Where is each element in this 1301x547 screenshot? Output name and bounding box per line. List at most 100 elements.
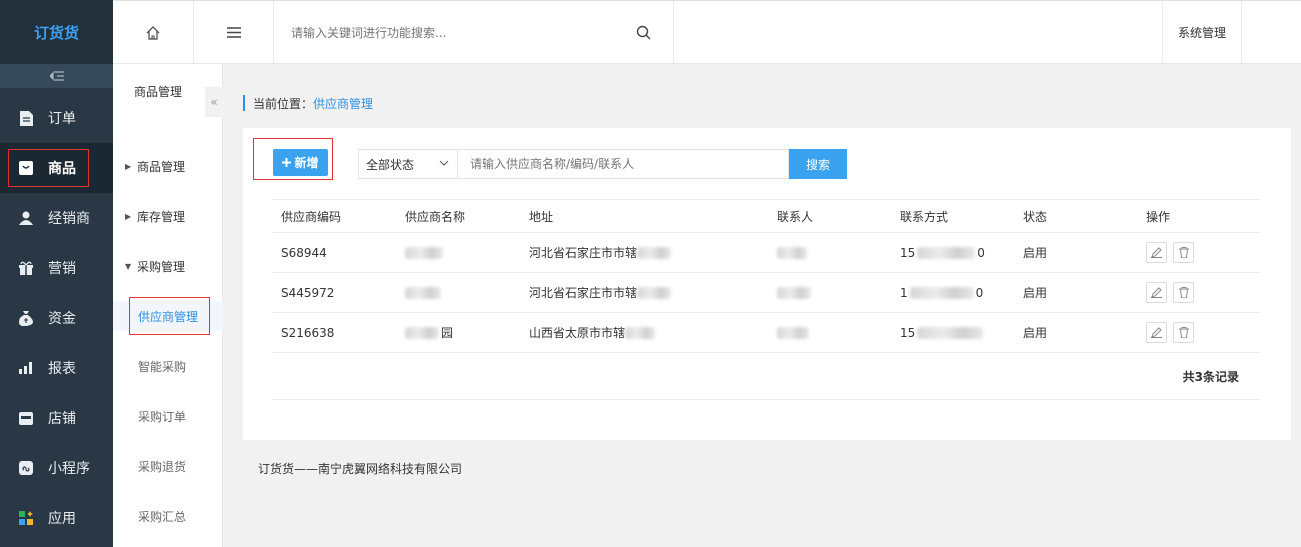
delete-button[interactable] <box>1173 242 1194 263</box>
address-text: 河北省石家庄市市辖 <box>529 246 638 260</box>
caret-right-icon: ▶ <box>125 211 132 221</box>
breadcrumb-prefix: 当前位置： <box>253 96 314 111</box>
sub-group-purchase-management[interactable]: ▼ 采购管理 <box>113 251 223 281</box>
sidebar-item-label: 订单 <box>48 111 76 127</box>
sidebar-collapse-toggle[interactable] <box>0 64 113 88</box>
phone-suffix: 0 <box>977 245 985 260</box>
phone-suffix: 0 <box>975 285 984 300</box>
app-logo[interactable]: 订货货 <box>0 0 113 64</box>
column-header: 状态 <box>1023 209 1048 224</box>
sub-link-purchase-returns[interactable]: 采购退货 <box>113 451 223 481</box>
column-header: 联系人 <box>777 209 814 224</box>
breadcrumb: 当前位置： 供应商管理 <box>243 95 373 111</box>
supplier-keyword-input[interactable] <box>457 149 789 179</box>
sidebar-item-label: 经销商 <box>48 211 90 227</box>
caret-right-icon: ▶ <box>125 161 132 171</box>
contact-redacted <box>777 233 807 272</box>
supplier-name-redacted <box>405 233 443 272</box>
collapse-menu-icon <box>49 71 64 81</box>
breadcrumb-current[interactable]: 供应商管理 <box>313 95 373 112</box>
table-row[interactable]: S216638 园 山西省太原市市辖 15 启用 <box>273 313 1261 353</box>
sidebar-item-label: 小程序 <box>48 461 90 477</box>
sidebar-item-mini-program[interactable]: 小程序 <box>0 443 113 493</box>
sub-sidebar: 商品管理 « ▶ 商品管理 ▶ 库存管理 ▼ 采购管理 供应商管理 智能采购 采… <box>113 64 223 547</box>
home-button[interactable] <box>113 1 194 64</box>
column-header: 供应商编码 <box>281 209 342 224</box>
sub-link-purchase-summary[interactable]: 采购汇总 <box>113 501 223 531</box>
bar-chart-icon <box>18 360 34 376</box>
main-sidebar: 订货货 订单 商品 经销商 营销 资金 报表 店铺 小程序 应用 <box>0 0 113 547</box>
sidebar-item-shop[interactable]: 店铺 <box>0 393 113 443</box>
add-button-label: 新增 <box>294 156 319 170</box>
money-bag-icon <box>18 310 34 326</box>
contact-phone: 10 <box>900 273 983 312</box>
sidebar-item-label: 店铺 <box>48 411 76 427</box>
status-filter-select[interactable]: 全部状态 <box>358 149 458 179</box>
sidebar-item-orders[interactable]: 订单 <box>0 93 113 143</box>
name-visible-fragment: 园 <box>441 326 454 340</box>
supplier-address: 河北省石家庄市市辖 <box>529 233 672 272</box>
sidebar-item-funds[interactable]: 资金 <box>0 293 113 343</box>
edit-button[interactable] <box>1146 242 1167 263</box>
add-supplier-button[interactable]: 新增 <box>273 149 328 176</box>
edit-pencil-icon <box>1151 287 1162 298</box>
supplier-name-redacted: 园 <box>405 313 453 352</box>
sub-group-product-management[interactable]: ▶ 商品管理 <box>113 151 223 181</box>
highlight-box <box>8 149 89 187</box>
sidebar-item-label: 报表 <box>48 361 76 377</box>
hamburger-menu-icon <box>226 27 241 38</box>
sub-link-purchase-orders[interactable]: 采购订单 <box>113 401 223 431</box>
page-footer: 订货货——南宁虎翼网络科技有限公司 <box>258 462 463 476</box>
sidebar-item-reports[interactable]: 报表 <box>0 343 113 393</box>
sub-link-supplier-management[interactable]: 供应商管理 <box>113 297 223 335</box>
column-header: 操作 <box>1146 209 1171 224</box>
delete-button[interactable] <box>1173 322 1194 343</box>
column-header: 供应商名称 <box>405 209 466 224</box>
contact-phone: 15 <box>900 313 985 352</box>
top-bar: 系统管理 <box>113 0 1301 64</box>
function-search-input[interactable] <box>273 1 673 64</box>
sidebar-item-marketing[interactable]: 营销 <box>0 243 113 293</box>
edit-pencil-icon <box>1151 247 1162 258</box>
address-text: 河北省石家庄市市辖 <box>529 286 638 300</box>
sub-group-inventory-management[interactable]: ▶ 库存管理 <box>113 201 223 231</box>
supplier-status: 启用 <box>1023 326 1048 340</box>
sidebar-item-label: 营销 <box>48 261 76 277</box>
row-actions <box>1146 313 1200 352</box>
contact-redacted <box>777 273 811 312</box>
gift-icon <box>18 260 34 276</box>
search-icon[interactable] <box>636 25 652 41</box>
sidebar-item-apps[interactable]: 应用 <box>0 493 113 543</box>
system-management-menu[interactable]: 系统管理 <box>1162 1 1242 64</box>
address-text: 山西省太原市市辖 <box>529 326 626 340</box>
edit-button[interactable] <box>1146 322 1167 343</box>
column-header: 联系方式 <box>900 209 949 224</box>
supplier-status: 启用 <box>1023 246 1048 260</box>
table-row[interactable]: S68944 河北省石家庄市市辖 15 0 启用 <box>273 233 1261 273</box>
plus-icon <box>282 158 292 167</box>
sub-link-smart-purchase[interactable]: 智能采购 <box>113 351 223 381</box>
search-button[interactable]: 搜索 <box>789 149 847 179</box>
table-row[interactable]: S445972 河北省石家庄市市辖 10 启用 <box>273 273 1261 313</box>
shop-icon <box>18 410 34 426</box>
sidebar-item-products[interactable]: 商品 <box>0 143 113 193</box>
sidebar-item-dealers[interactable]: 经销商 <box>0 193 113 243</box>
menu-toggle-button[interactable] <box>194 1 274 64</box>
sub-group-label: 采购管理 <box>137 259 186 274</box>
table-footer: 共3条记录 <box>273 353 1261 400</box>
highlight-box <box>129 297 210 335</box>
double-chevron-left-icon: « <box>210 95 218 109</box>
supplier-list-card: 新增 全部状态 搜索 供应商编码 供应商名称 地址 联系人 联系方式 状态 操作… <box>243 128 1291 440</box>
column-header: 地址 <box>529 209 554 224</box>
trash-icon <box>1178 287 1189 298</box>
sub-sidebar-collapse-button[interactable]: « <box>205 87 223 117</box>
supplier-table: 供应商编码 供应商名称 地址 联系人 联系方式 状态 操作 S68944 河北省… <box>273 199 1261 400</box>
edit-button[interactable] <box>1146 282 1167 303</box>
status-filter-value: 全部状态 <box>366 157 415 172</box>
row-actions <box>1146 233 1200 272</box>
user-icon <box>18 210 34 226</box>
trash-icon <box>1178 247 1189 258</box>
row-actions <box>1146 273 1200 312</box>
divider <box>673 1 674 64</box>
delete-button[interactable] <box>1173 282 1194 303</box>
